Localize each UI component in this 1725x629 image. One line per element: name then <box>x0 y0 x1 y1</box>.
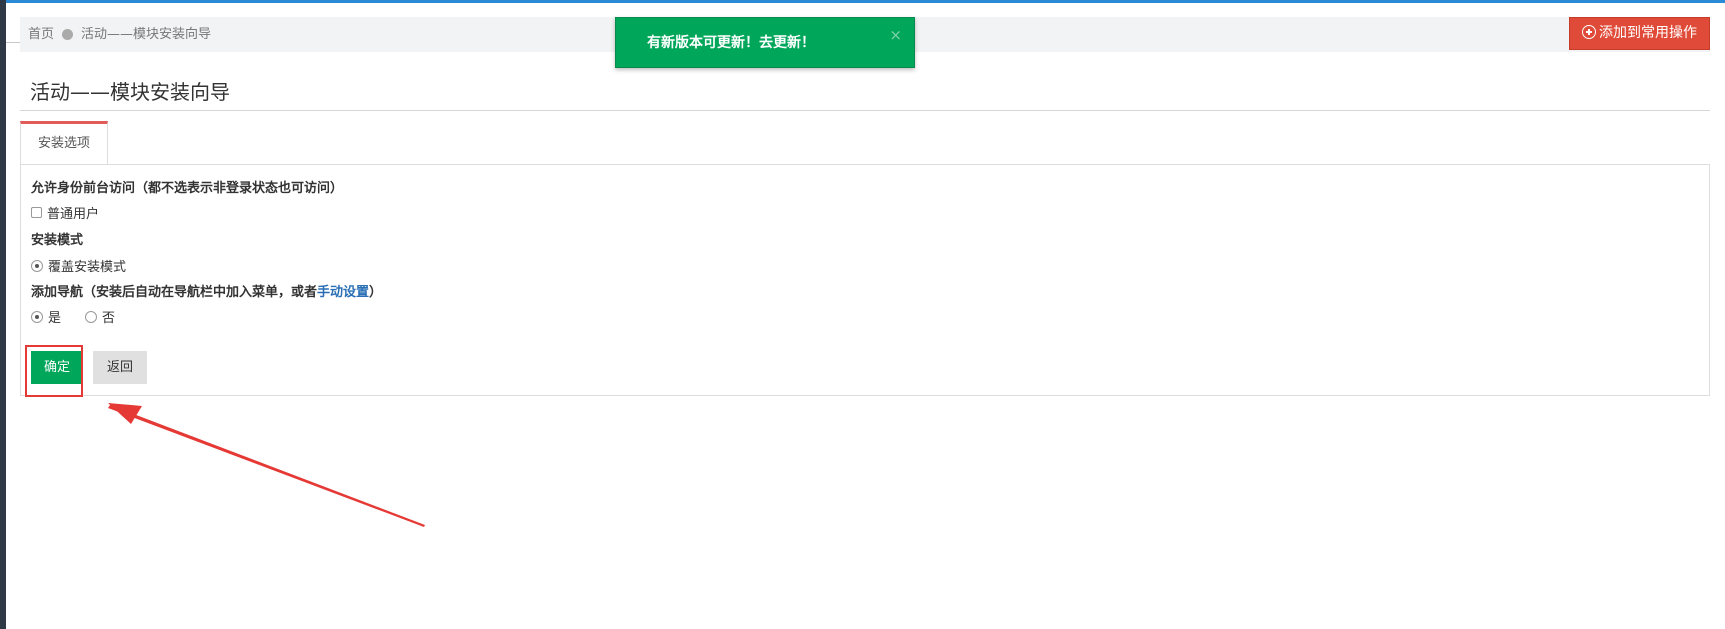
annotation-arrow-shaft <box>108 405 425 527</box>
annotation-arrow-head <box>108 403 142 424</box>
annotation-arrow-icon <box>108 403 425 527</box>
